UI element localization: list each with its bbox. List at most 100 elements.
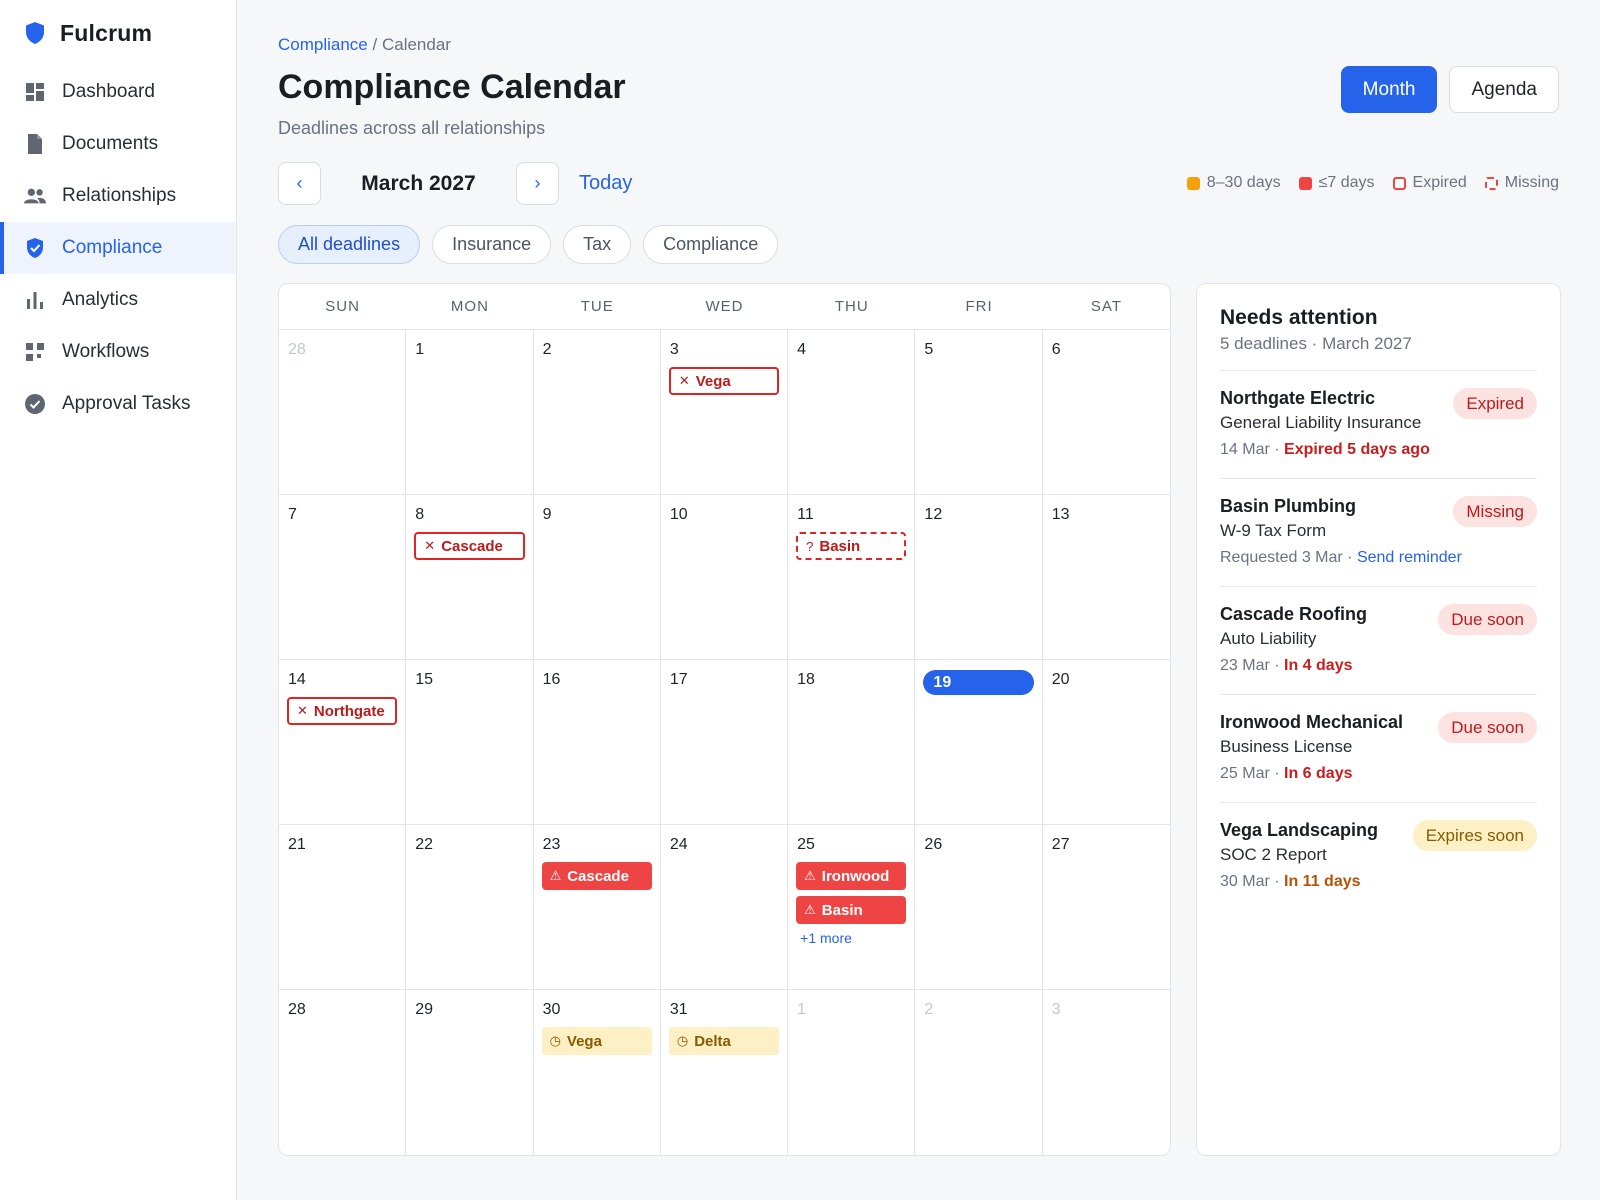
legend-swatch-expired: [1392, 176, 1406, 190]
sidebar-item-relationships[interactable]: Relationships: [0, 170, 236, 222]
breadcrumb-compliance-link[interactable]: Compliance: [278, 35, 368, 54]
shield-logo-icon: [26, 22, 44, 44]
day-number: 13: [1051, 506, 1070, 523]
day-cell[interactable]: 2: [915, 990, 1043, 1155]
warning-icon: ⚠: [549, 868, 562, 883]
deadline-event-soon[interactable]: ◷ Delta: [668, 1027, 780, 1055]
day-cell[interactable]: 17: [660, 660, 789, 825]
day-cell[interactable]: 16: [533, 660, 661, 825]
deadline-event-expired[interactable]: ✕ Vega: [668, 367, 780, 395]
day-number: 9: [542, 506, 552, 523]
day-cell[interactable]: 13: [1042, 495, 1170, 660]
warning-icon: ⚠: [804, 868, 816, 883]
attention-item[interactable]: Vega Landscaping SOC 2 Report 30 Mar · In …: [1220, 802, 1537, 910]
attention-item[interactable]: Basin Plumbing W-9 Tax Form Requested 3 Ma…: [1220, 478, 1537, 586]
sidebar-item-compliance[interactable]: Compliance: [0, 222, 236, 274]
agenda-view-button[interactable]: Agenda: [1449, 66, 1559, 113]
weekday-label: WED: [705, 298, 744, 315]
sidebar-item-analytics[interactable]: Analytics: [0, 274, 236, 326]
deadline-event-soon[interactable]: ◷ Vega: [541, 1027, 652, 1055]
day-cell[interactable]: 7: [279, 495, 407, 660]
day-number: 14: [288, 671, 306, 688]
deadline-date: 23 Mar: [1220, 657, 1270, 674]
day-cell[interactable]: 5: [915, 330, 1043, 495]
filter-all-deadlines[interactable]: All deadlines: [278, 225, 421, 264]
day-cell[interactable]: 19: [915, 660, 1043, 825]
sidebar-item-documents[interactable]: Documents: [0, 118, 236, 170]
day-cell[interactable]: 8 ✕ Cascade: [406, 495, 534, 660]
weekday-label: SAT: [1090, 298, 1122, 315]
event-label: Ironwood: [821, 867, 890, 885]
day-cell[interactable]: 28: [279, 330, 407, 495]
event-label: Vega: [695, 372, 731, 390]
day-cell[interactable]: 24: [660, 825, 789, 990]
day-cell[interactable]: 25 ⚠ Ironwood ⚠ Basin +1 more: [788, 825, 916, 990]
deadline-event-expired[interactable]: ✕ Cascade: [414, 532, 525, 560]
month-view-button[interactable]: Month: [1340, 66, 1438, 113]
chevron-right-icon: ›: [534, 173, 541, 193]
day-cell[interactable]: 30 ◷ Vega: [534, 990, 661, 1155]
day-cell[interactable]: 18: [788, 660, 916, 825]
filter-insurance[interactable]: Insurance: [432, 225, 552, 264]
deadline-date: 14 Mar: [1220, 441, 1270, 458]
sidebar-item-workflows[interactable]: Workflows: [0, 326, 236, 378]
send-reminder-link[interactable]: Send reminder: [1357, 549, 1462, 566]
filter-compliance[interactable]: Compliance: [643, 225, 779, 264]
deadline-status: In 11 days: [1284, 873, 1361, 890]
brand[interactable]: Fulcrum: [0, 0, 236, 66]
day-cell[interactable]: 28: [279, 990, 407, 1155]
view-toggle: Month Agenda: [1340, 66, 1559, 113]
day-cell[interactable]: 4: [788, 330, 916, 495]
day-cell[interactable]: 6: [1042, 330, 1170, 495]
deadline-event-urgent[interactable]: ⚠ Cascade: [541, 862, 652, 890]
deadline-status: In 4 days: [1284, 657, 1353, 674]
day-cell[interactable]: 26: [915, 825, 1043, 990]
day-cell[interactable]: 14 ✕ Northgate: [279, 660, 407, 825]
day-cell[interactable]: 31 ◷ Delta: [661, 990, 789, 1155]
event-label: Basin: [821, 901, 863, 919]
deadline-event-expired[interactable]: ✕ Northgate: [287, 697, 398, 725]
attention-item[interactable]: Northgate Electric General Liability Insu…: [1220, 370, 1537, 478]
legend: 8–30 days ≤7 days Expired Missing: [1186, 174, 1559, 192]
day-cell[interactable]: 3: [1043, 990, 1170, 1155]
prev-month-button[interactable]: ‹: [278, 162, 321, 205]
attention-item[interactable]: Cascade Roofing Auto Liability 23 Mar · In…: [1220, 586, 1537, 694]
deadline-date: 25 Mar: [1220, 765, 1270, 782]
deadline-event-missing[interactable]: ? Basin: [796, 532, 907, 560]
sidebar-item-dashboard[interactable]: Dashboard: [0, 66, 236, 118]
day-cell[interactable]: 20: [1042, 660, 1170, 825]
status-badge: Due soon: [1438, 604, 1537, 635]
day-cell[interactable]: 15: [406, 660, 534, 825]
day-cell[interactable]: 27: [1042, 825, 1170, 990]
day-cell[interactable]: 1: [406, 330, 534, 495]
day-cell[interactable]: 2: [533, 330, 661, 495]
legend-label: ≤7 days: [1318, 174, 1375, 191]
clock-icon: ◷: [676, 1033, 689, 1048]
deadline-event-urgent[interactable]: ⚠ Basin: [796, 896, 907, 924]
day-cell[interactable]: 3 ✕ Vega: [660, 330, 789, 495]
day-cell[interactable]: 9: [533, 495, 661, 660]
day-cell[interactable]: 12: [915, 495, 1043, 660]
day-cell[interactable]: 29: [406, 990, 534, 1155]
bar-chart-icon: [24, 289, 46, 311]
day-cell[interactable]: 1: [788, 990, 916, 1155]
month-label: March 2027: [361, 171, 476, 195]
day-cell[interactable]: 21: [279, 825, 407, 990]
deadline-event-urgent[interactable]: ⚠ Ironwood: [796, 862, 907, 890]
day-number: 16: [542, 671, 561, 688]
day-cell[interactable]: 11? Basin: [788, 495, 916, 660]
event-label: Cascade: [441, 537, 503, 555]
today-link[interactable]: Today: [579, 172, 632, 195]
day-cell[interactable]: 10: [660, 495, 789, 660]
day-cell[interactable]: 22: [406, 825, 534, 990]
filter-tax[interactable]: Tax: [563, 225, 632, 264]
next-month-button[interactable]: ›: [516, 162, 559, 205]
sidebar-item-approval-tasks[interactable]: Approval Tasks: [0, 378, 236, 430]
day-cell[interactable]: 23 ⚠ Cascade: [533, 825, 661, 990]
status-badge: Due soon: [1438, 712, 1537, 743]
day-number: 26: [924, 836, 943, 853]
attention-item[interactable]: Ironwood Mechanical Business License 25 Ma…: [1220, 694, 1537, 802]
event-label: Cascade: [567, 867, 629, 885]
more-events-link[interactable]: +1 more: [796, 930, 906, 946]
today-day-number: 19: [923, 670, 1034, 695]
